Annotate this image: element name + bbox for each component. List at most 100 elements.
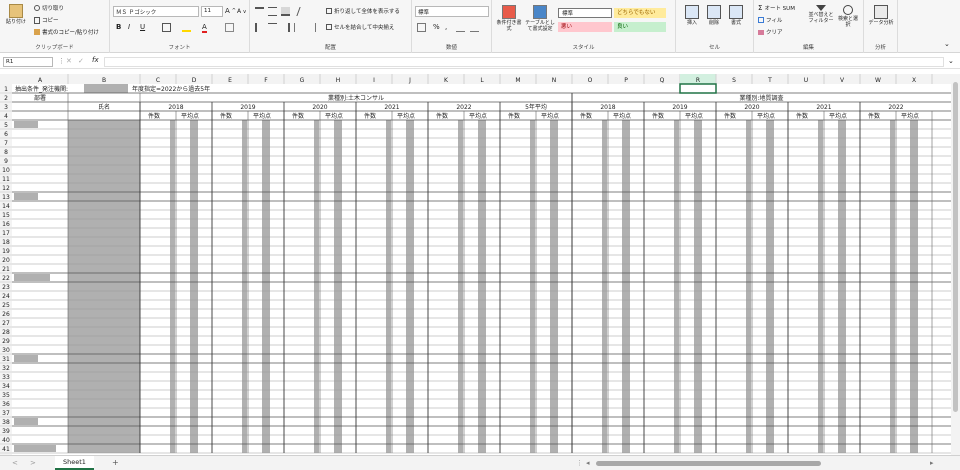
copy-button[interactable]: コピー bbox=[34, 16, 59, 24]
style-standard[interactable]: 標準 bbox=[558, 8, 612, 18]
header-avg: 平均点 bbox=[901, 112, 919, 120]
underline-button[interactable]: U bbox=[140, 23, 145, 31]
indent-decrease-icon bbox=[294, 23, 303, 32]
enter-icon[interactable]: ✓ bbox=[78, 57, 84, 65]
tab-split-handle[interactable]: ⋮ bbox=[576, 459, 583, 467]
vertical-scrollbar[interactable] bbox=[951, 74, 960, 455]
count-column-redaction bbox=[818, 120, 823, 453]
name-box[interactable]: R1 bbox=[3, 57, 53, 67]
a1-redaction bbox=[84, 84, 128, 93]
clear-button[interactable]: クリア bbox=[758, 28, 783, 36]
font-grow-button[interactable]: A ^ bbox=[225, 7, 236, 15]
font-color-button[interactable]: A bbox=[202, 23, 207, 33]
font-shrink-button[interactable]: Av bbox=[237, 8, 246, 15]
align-middle-button[interactable] bbox=[268, 7, 277, 16]
header-avg: 平均点 bbox=[757, 112, 775, 120]
align-left-button[interactable] bbox=[255, 23, 264, 32]
copy-label: コピー bbox=[42, 18, 59, 24]
next-sheet-icon[interactable]: > bbox=[30, 459, 36, 467]
cut-button[interactable]: 切り取り bbox=[34, 4, 64, 12]
expand-formula-icon[interactable]: ⌄ bbox=[948, 57, 954, 65]
comma-button[interactable]: , bbox=[445, 23, 447, 31]
align-top-button[interactable] bbox=[255, 7, 264, 16]
row-header-34: 34 bbox=[2, 383, 10, 390]
orientation-icon bbox=[296, 7, 309, 16]
dept-redaction bbox=[14, 445, 56, 452]
horizontal-scroll-thumb[interactable] bbox=[596, 461, 821, 466]
align-right-button[interactable] bbox=[281, 23, 290, 32]
sort-filter-button[interactable]: 並べ替えとフィルター bbox=[808, 5, 834, 24]
conditional-format-button[interactable]: 条件付き書式 bbox=[495, 5, 523, 32]
font-size-select[interactable]: 11 bbox=[201, 6, 223, 17]
phonetic-button[interactable] bbox=[225, 23, 234, 32]
sigma-icon: Σ bbox=[758, 4, 763, 12]
column-header-T: T bbox=[767, 77, 772, 84]
column-header-G: G bbox=[300, 77, 305, 84]
formula-input[interactable] bbox=[104, 57, 944, 67]
italic-button[interactable]: I bbox=[128, 23, 130, 31]
collapse-ribbon-button[interactable]: ⌄ bbox=[944, 40, 950, 48]
align-bottom-button[interactable] bbox=[281, 7, 290, 16]
font-name-select[interactable]: ＭＳ Ｐゴシック bbox=[113, 6, 199, 17]
scroll-right-icon[interactable]: ▸ bbox=[930, 459, 934, 467]
indent-increase-icon bbox=[307, 23, 316, 32]
indent-decrease-button[interactable] bbox=[294, 23, 303, 32]
delete-button[interactable]: 削除 bbox=[704, 5, 724, 26]
add-sheet-button[interactable]: + bbox=[112, 458, 119, 467]
cancel-icon[interactable]: ✕ bbox=[66, 57, 72, 65]
scroll-left-icon[interactable]: ◂ bbox=[586, 459, 590, 467]
fill-label: フィル bbox=[766, 18, 783, 24]
year-header-2-4: 2022 bbox=[888, 104, 903, 111]
paste-button[interactable]: 貼り付け bbox=[4, 4, 28, 25]
year-header-1-3: 2021 bbox=[384, 104, 399, 111]
data-analysis-button[interactable]: データ分析 bbox=[868, 5, 894, 26]
analysis-group: データ分析 分析 bbox=[864, 0, 898, 53]
insert-function-button[interactable]: fx bbox=[92, 56, 99, 64]
style-neutral[interactable]: どちらでもない bbox=[614, 8, 666, 18]
insert-label: 挿入 bbox=[686, 20, 697, 26]
style-good[interactable]: 良い bbox=[614, 22, 666, 32]
sheet-tab-sheet1[interactable]: Sheet1 bbox=[55, 456, 94, 470]
percent-button[interactable]: % bbox=[433, 23, 440, 31]
merge-center-button[interactable]: セルを結合して中央揃え bbox=[326, 23, 394, 31]
align-center-button[interactable] bbox=[268, 23, 277, 32]
spreadsheet-grid[interactable]: A B C D E F G H I J K L M N O P Q R S T U V W X 1 2 3 4 5 6 7 8 9 10 11 12 1… bbox=[0, 74, 960, 455]
autosum-label: オート SUM bbox=[764, 6, 795, 12]
year-header-2-1: 2019 bbox=[672, 104, 687, 111]
prev-sheet-icon[interactable]: < bbox=[12, 459, 18, 467]
count-column-redaction bbox=[458, 120, 463, 453]
format-as-table-button[interactable]: テーブルとして書式設定 bbox=[524, 5, 556, 32]
number-format-select[interactable]: 標準 bbox=[415, 6, 489, 17]
fill-color-button[interactable] bbox=[182, 23, 191, 32]
increase-decimal-button[interactable] bbox=[456, 23, 465, 32]
decrease-decimal-button[interactable] bbox=[470, 23, 479, 32]
style-bad[interactable]: 悪い bbox=[558, 22, 612, 32]
autosum-button[interactable]: Σ オート SUM bbox=[758, 4, 795, 12]
avg-column-redaction bbox=[334, 120, 342, 453]
wrap-text-button[interactable]: 折り返して全体を表示する bbox=[326, 7, 400, 15]
row-header-36: 36 bbox=[2, 401, 10, 408]
orientation-button[interactable] bbox=[296, 7, 309, 16]
bold-button[interactable]: B bbox=[116, 23, 121, 31]
dept-redaction bbox=[14, 121, 38, 128]
currency-button[interactable] bbox=[417, 23, 426, 32]
align-right-icon bbox=[281, 23, 290, 32]
format-painter-button[interactable]: 書式のコピー/貼り付け bbox=[34, 28, 99, 36]
align-left-icon bbox=[255, 23, 264, 32]
avg-column-redaction bbox=[478, 120, 486, 453]
find-select-button[interactable]: 検索と選択 bbox=[836, 5, 860, 28]
borders-button[interactable] bbox=[162, 23, 171, 32]
column-header-D: D bbox=[192, 77, 197, 84]
selected-cell-r1[interactable] bbox=[679, 83, 717, 94]
grid-canvas[interactable]: A B C D E F G H I J K L M N O P Q R S T U V W X1234567891011121… bbox=[0, 74, 951, 455]
header-count: 件数 bbox=[220, 112, 232, 120]
indent-increase-button[interactable] bbox=[307, 23, 316, 32]
fill-button[interactable]: フィル bbox=[758, 16, 782, 24]
editing-group: Σ オート SUM フィル クリア 並べ替えとフィルター 検索と選択 編集 bbox=[754, 0, 864, 53]
avg-column-redaction bbox=[622, 120, 630, 453]
avg-column-redaction bbox=[406, 120, 414, 453]
vertical-scroll-thumb[interactable] bbox=[953, 82, 958, 412]
analysis-group-label: 分析 bbox=[874, 45, 886, 51]
format-button[interactable]: 書式 bbox=[726, 5, 746, 26]
insert-button[interactable]: 挿入 bbox=[682, 5, 702, 26]
